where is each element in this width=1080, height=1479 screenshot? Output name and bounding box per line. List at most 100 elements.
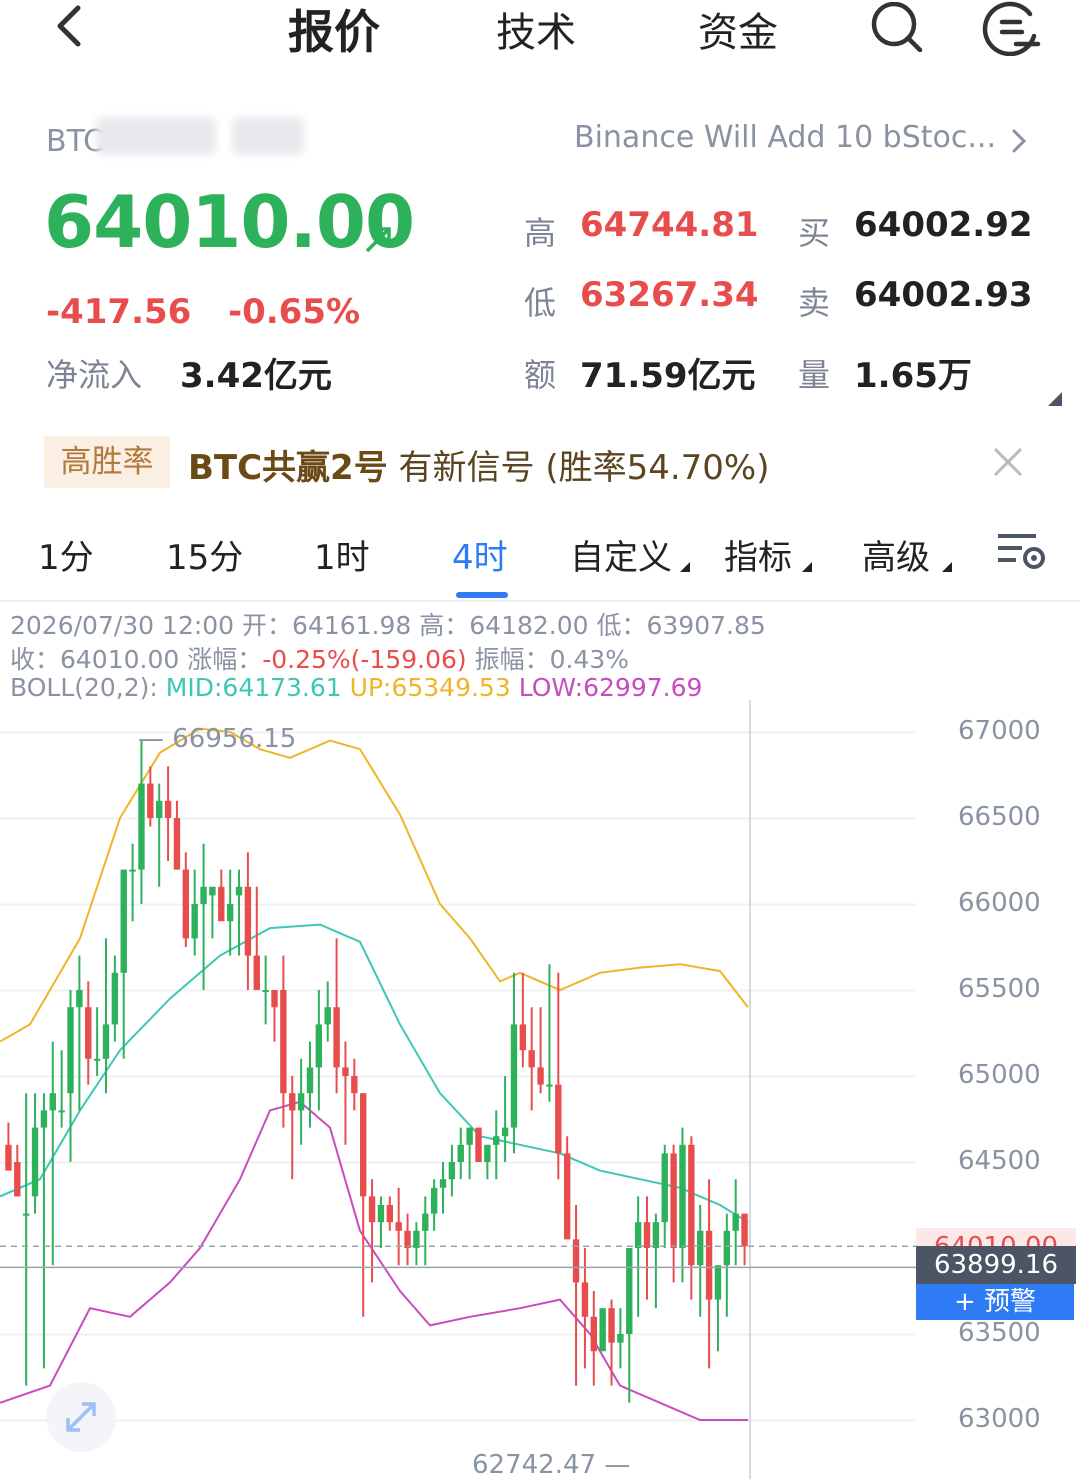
candle-body — [493, 1136, 500, 1145]
candle-body — [271, 990, 278, 1008]
candle-body — [351, 1076, 358, 1094]
ask-label: 卖 — [798, 284, 831, 322]
boll-low: LOW:62997.69 — [518, 673, 703, 702]
candle-body — [599, 1308, 606, 1352]
candle-body — [182, 869, 190, 939]
candle-body — [732, 1213, 739, 1231]
dropdown-triangle-icon — [680, 562, 690, 572]
candle-body — [289, 1093, 296, 1111]
candle-body — [617, 1334, 624, 1343]
bid-label: 买 — [798, 214, 831, 252]
signal-badge: 高胜率 — [44, 436, 170, 488]
top-bar: 报价 技术 资金 — [0, 0, 1080, 60]
amplitude-text: 振幅：0.43% — [466, 645, 630, 674]
candle-body — [324, 1007, 331, 1025]
candle-body — [652, 1222, 660, 1248]
boll-lower-line — [0, 1100, 748, 1421]
min-price-label: 62742.47 — — [472, 1450, 631, 1479]
candle-body — [147, 783, 154, 818]
dropdown-triangle-icon — [802, 562, 812, 572]
candle-body — [164, 800, 172, 818]
add-alert-button[interactable]: + 预警 — [916, 1284, 1074, 1320]
candle-body — [209, 886, 216, 896]
candle-body — [439, 1179, 447, 1188]
dropdown-triangle-icon — [942, 562, 952, 572]
candle-body — [555, 1084, 562, 1154]
candle-body — [688, 1144, 695, 1266]
low-label: 低 — [524, 284, 557, 322]
y-tick-label: 66500 — [958, 802, 1041, 832]
candle-body — [253, 955, 260, 990]
advanced-menu[interactable]: 高级 — [862, 530, 930, 579]
candle-body — [49, 1093, 56, 1111]
y-tick-label: 66000 — [958, 888, 1041, 918]
tab-technical[interactable]: 技术 — [496, 0, 576, 58]
period-1h[interactable]: 1时 — [314, 530, 370, 579]
period-4h[interactable]: 4时 — [452, 530, 508, 579]
chart-settings-icon[interactable] — [996, 528, 1048, 574]
price-change: -417.56 — [46, 292, 192, 332]
candle-body — [395, 1222, 402, 1231]
news-headline[interactable]: Binance Will Add 10 bStoc... — [574, 120, 996, 155]
candle-body — [368, 1196, 376, 1223]
candlestick-chart[interactable] — [0, 700, 1080, 1479]
period-15m[interactable]: 15分 — [166, 530, 243, 579]
divider — [0, 600, 1080, 602]
candle-body — [457, 1144, 464, 1162]
price-change-pct: -0.65% — [228, 292, 361, 332]
signal-message[interactable]: BTC共赢2号 有新信号 (胜率54.70%) — [188, 440, 770, 489]
tab-quote[interactable]: 报价 — [288, 0, 380, 62]
candle-body — [528, 1050, 535, 1068]
indicator-menu[interactable]: 指标 — [724, 530, 792, 579]
candle-body — [156, 800, 163, 818]
chevron-right-icon[interactable] — [1010, 128, 1028, 154]
candle-body — [501, 1127, 509, 1137]
candle-body — [643, 1222, 651, 1248]
amount-label: 额 — [524, 356, 557, 394]
candle-body — [377, 1205, 385, 1223]
high-label: 高 — [524, 214, 557, 252]
fullscreen-button[interactable] — [46, 1382, 116, 1452]
candle-body — [634, 1222, 642, 1248]
y-tick-label: 65500 — [958, 974, 1041, 1004]
candle-body — [218, 886, 225, 922]
candle-body — [413, 1230, 420, 1248]
candle-body — [129, 869, 136, 872]
blurred-tag — [232, 118, 304, 154]
ask-value: 64002.93 — [854, 275, 1033, 315]
expand-corner-icon[interactable] — [1048, 392, 1062, 406]
candle-body — [360, 1093, 367, 1197]
boll-up: UP:65349.53 — [349, 673, 511, 702]
candle-body — [85, 1007, 92, 1059]
expand-icon — [66, 1402, 96, 1432]
candle-body — [244, 886, 252, 956]
ohlc-line: 2026/07/30 12:00 开：64161.98 高：64182.00 低… — [10, 611, 766, 640]
candle-body — [590, 1316, 597, 1352]
boll-label: BOLL(20,2): — [10, 673, 166, 702]
min-price: 62742.47 — [472, 1450, 597, 1479]
candle-body — [297, 1093, 305, 1111]
candle-body — [93, 1058, 101, 1061]
candle-body — [448, 1162, 456, 1180]
period-1m[interactable]: 1分 — [38, 530, 94, 579]
search-icon[interactable] — [868, 2, 926, 52]
candle-body — [262, 990, 269, 992]
netflow-label: 净流入 — [46, 356, 143, 394]
candle-body — [306, 1067, 314, 1094]
y-tick-label: 64500 — [958, 1146, 1041, 1176]
volume-label: 量 — [798, 356, 831, 394]
candle-body — [173, 818, 181, 870]
blurred-name — [96, 118, 216, 154]
candle-body — [22, 1213, 30, 1216]
candle-body — [537, 1067, 544, 1085]
volume-value: 1.65万 — [854, 356, 972, 396]
menu-icon[interactable] — [980, 0, 1044, 56]
tab-funds[interactable]: 资金 — [698, 0, 778, 58]
candle-body — [333, 1007, 340, 1068]
y-tick-label: 63500 — [958, 1318, 1041, 1348]
candle-body — [200, 886, 207, 904]
period-custom[interactable]: 自定义 — [570, 530, 672, 579]
close-icon[interactable] — [990, 444, 1026, 480]
candle-body — [40, 1110, 48, 1128]
last-price: 64010.00 — [44, 180, 415, 264]
